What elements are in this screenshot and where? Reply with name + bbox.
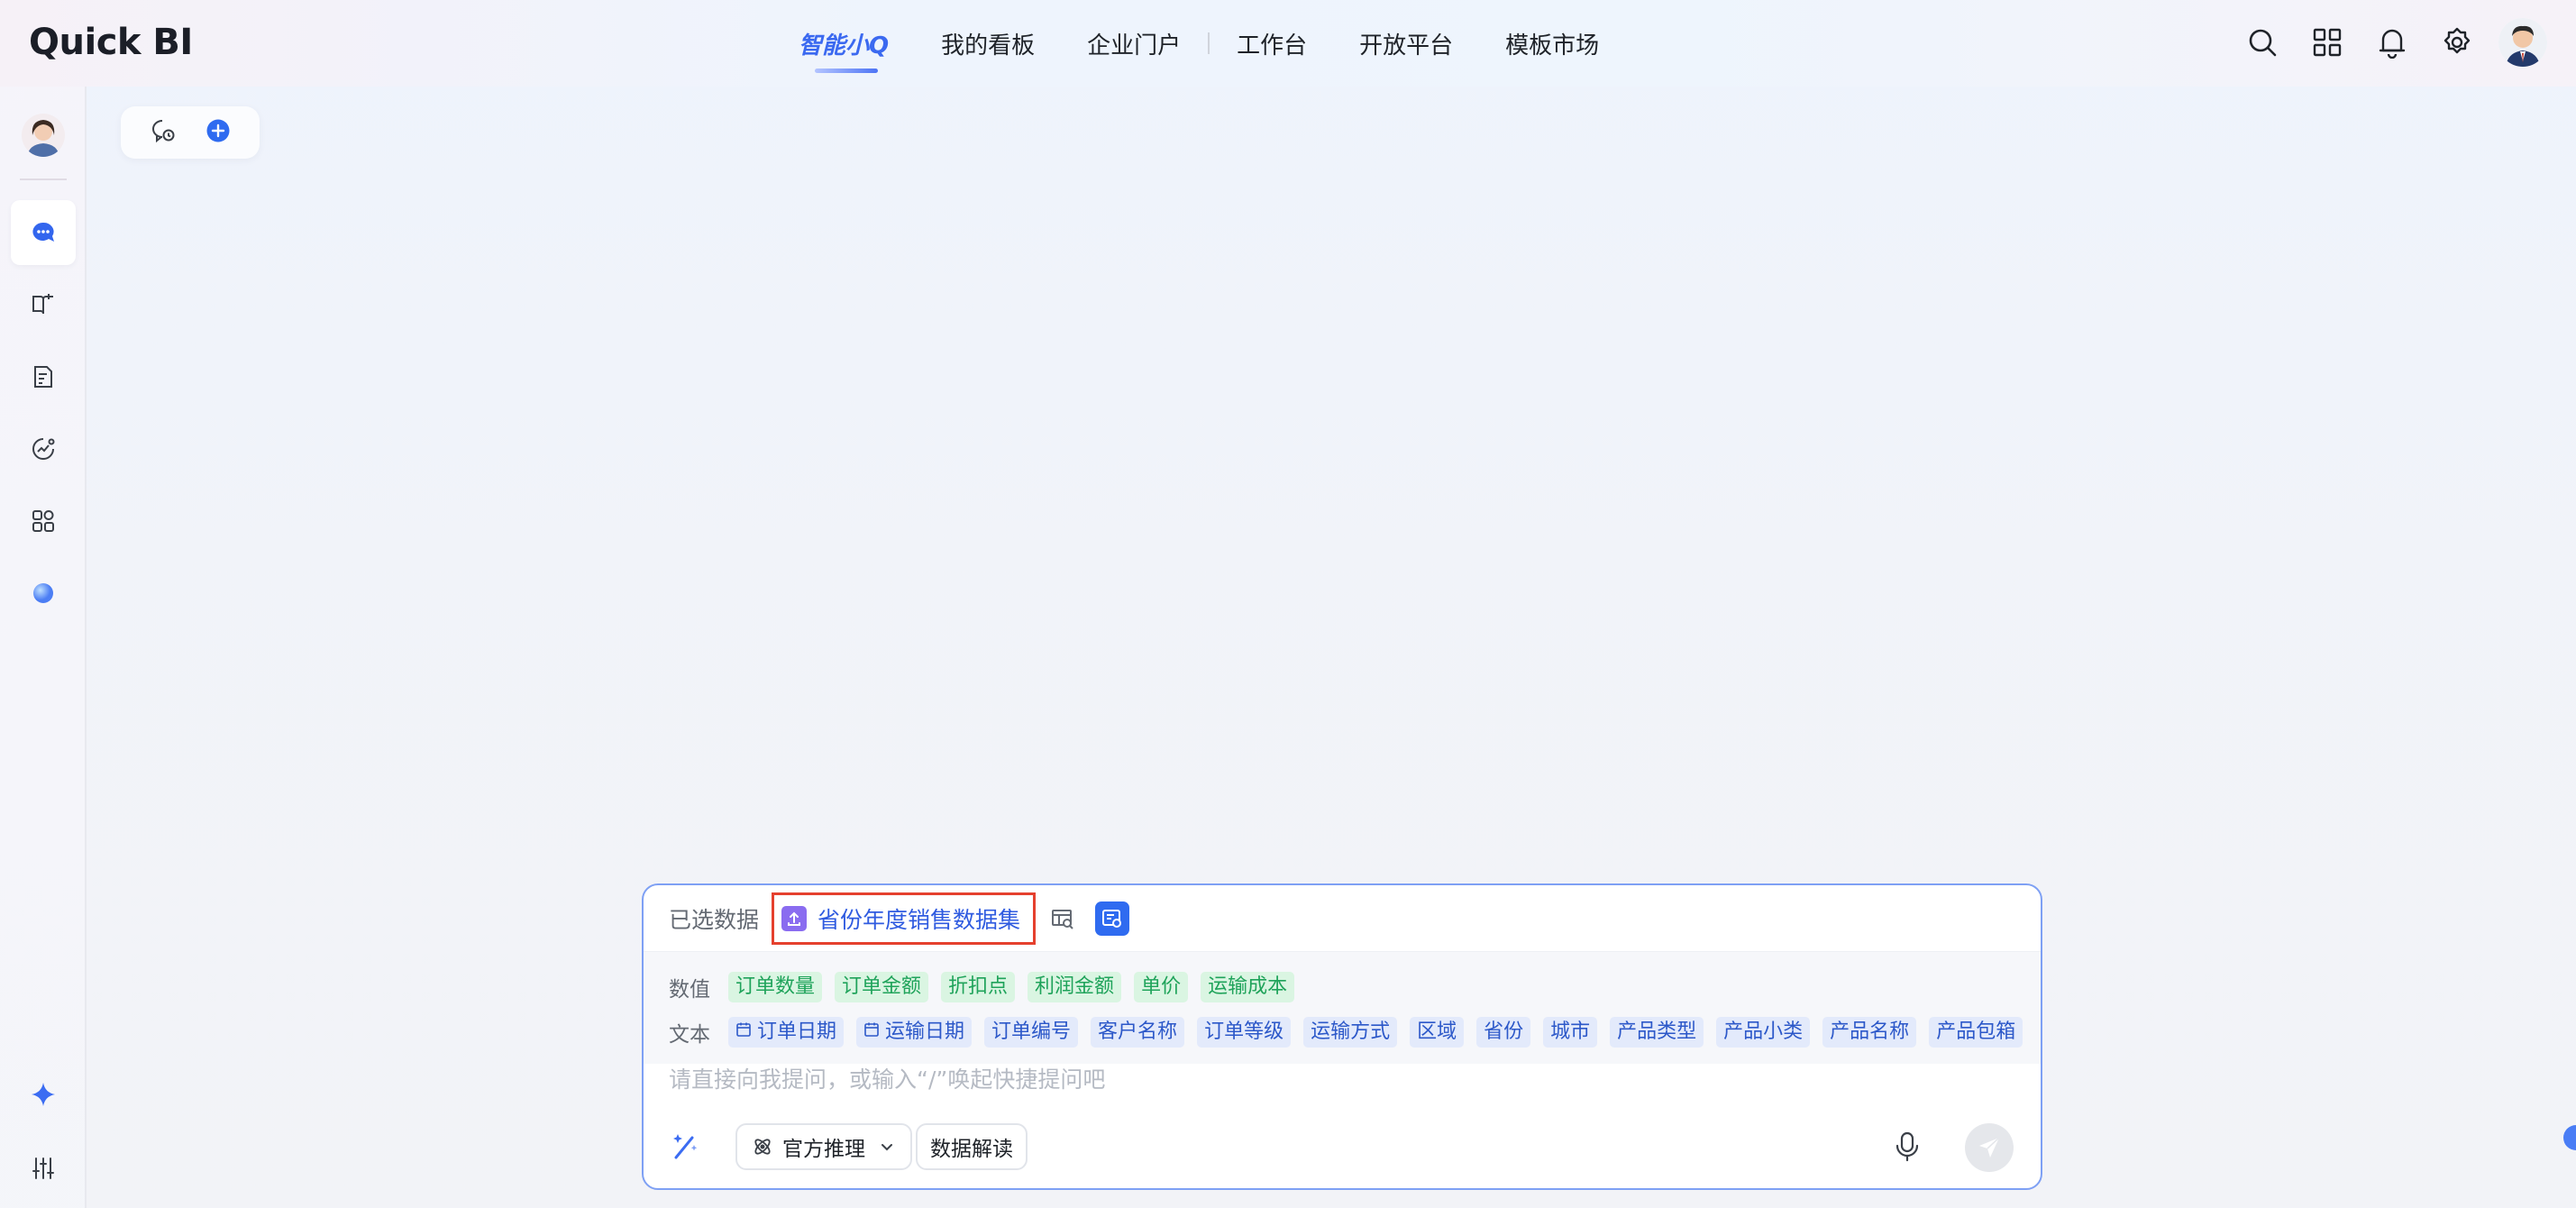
grid-apps-icon[interactable] [2306,21,2349,64]
nav-item-template-market[interactable]: 模板市场 [1505,27,1599,60]
field-tag[interactable]: 运输方式 [1303,1017,1398,1048]
nav-separator [1208,32,1210,54]
selected-data-label: 已选数据 [669,906,760,933]
main-nav: 智能小Q 我的看板 企业门户 工作台 开放平台 模板市场 [799,23,1651,73]
field-tag[interactable]: 运输日期 [856,1017,973,1048]
field-tag[interactable]: 订单金额 [835,972,929,1002]
calendar-icon [863,1017,880,1048]
microphone-icon[interactable] [1893,1130,1922,1167]
sidebar-item-apps[interactable] [11,489,76,554]
field-tag[interactable]: 客户名称 [1091,1017,1185,1048]
left-sidebar [0,87,87,1208]
send-icon [1979,1137,2000,1158]
sidebar-divider [20,178,67,180]
field-tag[interactable]: 产品名称 [1822,1017,1917,1048]
floating-helper-button[interactable] [2563,1125,2576,1150]
field-tag[interactable]: 产品小类 [1716,1017,1811,1048]
numeric-fields-label: 数值 [669,978,710,1002]
sidebar-item-settings[interactable] [11,1136,76,1201]
user-avatar[interactable] [2498,18,2547,67]
sidebar-item-analysis[interactable] [11,416,76,481]
magic-wand-icon[interactable] [669,1130,701,1167]
text-fields-row: 文本 订单日期 运输日期 订单编号 客户名称 订单等级 运输方式 区域 省份 城… [669,1010,2041,1055]
nav-item-open-platform[interactable]: 开放平台 [1359,27,1453,60]
field-tag[interactable]: 产品包箱 [1929,1017,2023,1048]
nav-item-portal[interactable]: 企业门户 [1087,27,1181,60]
session-controls [121,106,260,159]
send-button[interactable] [1965,1123,2014,1172]
field-tag[interactable]: 区域 [1410,1017,1465,1048]
text-fields-label: 文本 [669,1023,710,1047]
mode-select-value: 官方推理 [782,1138,865,1161]
history-icon[interactable] [150,117,177,148]
bell-icon[interactable] [2370,21,2414,64]
sidebar-item-sparkle[interactable] [11,1062,76,1127]
nav-item-dashboards[interactable]: 我的看板 [941,27,1035,60]
field-tag[interactable]: 利润金额 [1028,972,1122,1002]
top-bar: Quick BI 智能小Q 我的看板 企业门户 工作台 开放平台 模板市场 [0,0,2576,87]
chevron-down-icon [878,1138,896,1156]
numeric-fields-row: 数值 订单数量 订单金额 折扣点 利润金额 单价 运输成本 [669,965,2041,1010]
field-tag[interactable]: 运输成本 [1201,972,1295,1002]
table-preview-icon[interactable] [1050,906,1075,931]
sidebar-item-book[interactable] [11,272,76,337]
field-tag[interactable]: 订单编号 [984,1017,1079,1048]
dataset-name: 省份年度销售数据集 [818,906,1021,933]
field-panel: 数值 订单数量 订单金额 折扣点 利润金额 单价 运输成本 文本 订单日期 运输… [644,952,2041,1064]
field-tag-label: 运输日期 [885,1020,965,1043]
add-icon[interactable] [205,117,232,148]
orb-icon [33,583,53,603]
sparkle-icon [32,1083,55,1106]
top-icons [2219,18,2547,67]
data-interpret-button[interactable]: 数据解读 [916,1123,1028,1170]
field-tag[interactable]: 单价 [1134,972,1189,1002]
nav-item-assistant[interactable]: 智能小Q [799,27,889,73]
assistant-avatar[interactable] [22,114,65,157]
chat-composer: 已选数据 省份年度销售数据集 数值 订单数量 订单金额 折扣点 利润金额 单价 … [642,883,2042,1190]
upload-icon [781,905,808,931]
sidebar-item-orb[interactable] [11,561,76,626]
composer-toolbar: 官方推理 数据解读 [644,1111,2041,1188]
report-icon [34,366,52,388]
gear-icon[interactable] [2435,21,2479,64]
field-tag-label: 订单日期 [757,1020,837,1043]
calendar-icon [735,1017,752,1048]
field-tag[interactable]: 订单等级 [1197,1017,1292,1048]
analysis-icon [32,438,55,460]
field-tag[interactable]: 折扣点 [941,972,1016,1002]
app-logo[interactable]: Quick BI [29,22,193,63]
chat-icon [32,222,54,242]
question-input[interactable]: 请直接向我提问，或输入“/”唤起快捷提问吧 [669,1062,1105,1094]
field-tag[interactable]: 产品类型 [1610,1017,1704,1048]
search-icon[interactable] [2241,21,2284,64]
apps-icon [32,510,54,532]
book-icon [32,294,53,315]
nav-item-workbench[interactable]: 工作台 [1237,27,1307,60]
sliders-icon [32,1158,54,1179]
atom-icon [752,1136,773,1158]
mode-select[interactable]: 官方推理 [735,1123,912,1170]
dataset-chip[interactable]: 省份年度销售数据集 [772,892,1037,945]
sidebar-item-chat[interactable] [11,200,76,265]
sidebar-item-report[interactable] [11,344,76,409]
field-tag[interactable]: 省份 [1476,1017,1531,1048]
field-tag[interactable]: 订单日期 [728,1017,845,1048]
field-tag[interactable]: 城市 [1543,1017,1598,1048]
field-tag[interactable]: 订单数量 [728,972,823,1002]
selected-data-bar: 已选数据 省份年度销售数据集 [644,885,2041,952]
data-settings-icon[interactable] [1095,901,1130,936]
